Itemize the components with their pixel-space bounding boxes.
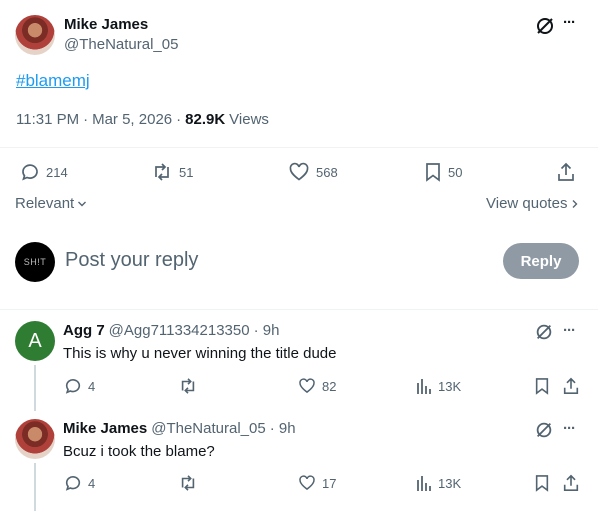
author-name[interactable]: Mike James [64, 16, 148, 33]
reply-1-repost-icon[interactable] [178, 377, 198, 395]
reply-2-reply-action[interactable]: 4 [64, 474, 95, 492]
meta-separator: · [83, 111, 89, 128]
reply-button[interactable]: Reply [503, 243, 579, 279]
reply-2-time[interactable]: · 9h [270, 420, 296, 437]
post-date[interactable]: Mar 5, 2026 [92, 111, 172, 128]
reply-1-header: Agg 7 @Agg711334213350 · 9h [63, 322, 279, 339]
like-count: 568 [316, 164, 338, 180]
author-handle[interactable]: @TheNatural_05 [64, 36, 178, 53]
view-quotes-label: View quotes [486, 195, 568, 212]
analytics-icon [416, 474, 432, 492]
reply-1-grok-icon[interactable] [534, 322, 554, 342]
reply-1-text: This is why u never winning the title du… [63, 345, 337, 362]
reply-1-share-icon[interactable] [562, 377, 580, 395]
share-icon[interactable] [556, 162, 576, 182]
reply-count: 214 [46, 164, 68, 180]
reply-icon [64, 377, 82, 395]
reply-2-grok-icon[interactable] [534, 420, 554, 440]
reply-1-more-icon[interactable]: ··· [563, 322, 576, 339]
post-meta: 11:31 PM · Mar 5, 2026 · 82.9K Views [16, 111, 269, 128]
reply-2-views-action[interactable]: 13K [416, 474, 461, 492]
relevant-label: Relevant [15, 195, 75, 212]
reply-1-like-count: 82 [322, 378, 337, 394]
view-quotes-link[interactable]: View quotes [486, 195, 579, 212]
chevron-right-icon [571, 199, 579, 209]
reply-2-views-count: 13K [438, 475, 462, 491]
reply-2-share-icon[interactable] [562, 474, 580, 492]
reply-input[interactable]: Post your reply [65, 249, 198, 272]
reply-1-reply-count: 4 [88, 378, 96, 394]
reply-2-reply-count: 4 [88, 475, 96, 491]
repost-action[interactable]: 51 [151, 162, 193, 182]
like-action[interactable]: 568 [288, 162, 338, 182]
reply-1-time[interactable]: · 9h [254, 322, 280, 339]
reply-1-avatar[interactable]: A [15, 321, 55, 361]
heart-icon [298, 377, 316, 395]
reply-2-repost-icon[interactable] [178, 474, 198, 492]
reply-2-handle[interactable]: @TheNatural_05 [151, 420, 265, 437]
meta-separator: · [176, 111, 182, 128]
reply-2-more-icon[interactable]: ··· [563, 420, 576, 437]
relevant-dropdown[interactable]: Relevant [15, 195, 87, 212]
reply-1-bookmark-icon[interactable] [534, 377, 550, 395]
hashtag-link[interactable]: #blamemj [16, 71, 90, 91]
repost-icon [151, 162, 173, 182]
reply-2-like-action[interactable]: 17 [298, 474, 336, 492]
reply-thread-line [34, 365, 36, 411]
reply-1-author-name[interactable]: Agg 7 [63, 322, 105, 339]
reply-1-handle[interactable]: @Agg711334213350 [109, 322, 250, 339]
reply-2-avatar[interactable] [15, 419, 55, 459]
reply-1-reply-action[interactable]: 4 [64, 377, 95, 395]
more-options-icon[interactable]: ··· [563, 14, 576, 31]
composer-avatar[interactable]: SH!T [15, 242, 55, 282]
reply-icon [20, 162, 40, 182]
bookmark-action[interactable]: 50 [424, 162, 462, 182]
analytics-icon [416, 377, 432, 395]
reply-2-header: Mike James @TheNatural_05 · 9h [63, 420, 296, 437]
reply-icon [64, 474, 82, 492]
reply-action[interactable]: 214 [20, 162, 68, 182]
bookmark-count: 50 [448, 164, 463, 180]
reply-1-like-action[interactable]: 82 [298, 377, 336, 395]
views-label: Views [229, 111, 269, 128]
chevron-down-icon [77, 199, 87, 209]
reply-2-text: Bcuz i took the blame? [63, 443, 215, 460]
repost-count: 51 [179, 164, 194, 180]
reply-1-views-action[interactable]: 13K [416, 377, 461, 395]
reply-2-like-count: 17 [322, 475, 337, 491]
grok-icon[interactable] [534, 15, 556, 37]
heart-icon [298, 474, 316, 492]
views-count: 82.9K [185, 111, 226, 128]
bookmark-icon [424, 162, 442, 182]
reply-2-author-name[interactable]: Mike James [63, 420, 147, 437]
reply-thread-line [34, 463, 36, 511]
heart-icon [288, 162, 310, 182]
post-time[interactable]: 11:31 PM [16, 111, 79, 128]
reply-1-views-count: 13K [438, 378, 462, 394]
reply-2-bookmark-icon[interactable] [534, 474, 550, 492]
author-avatar[interactable] [15, 15, 55, 55]
